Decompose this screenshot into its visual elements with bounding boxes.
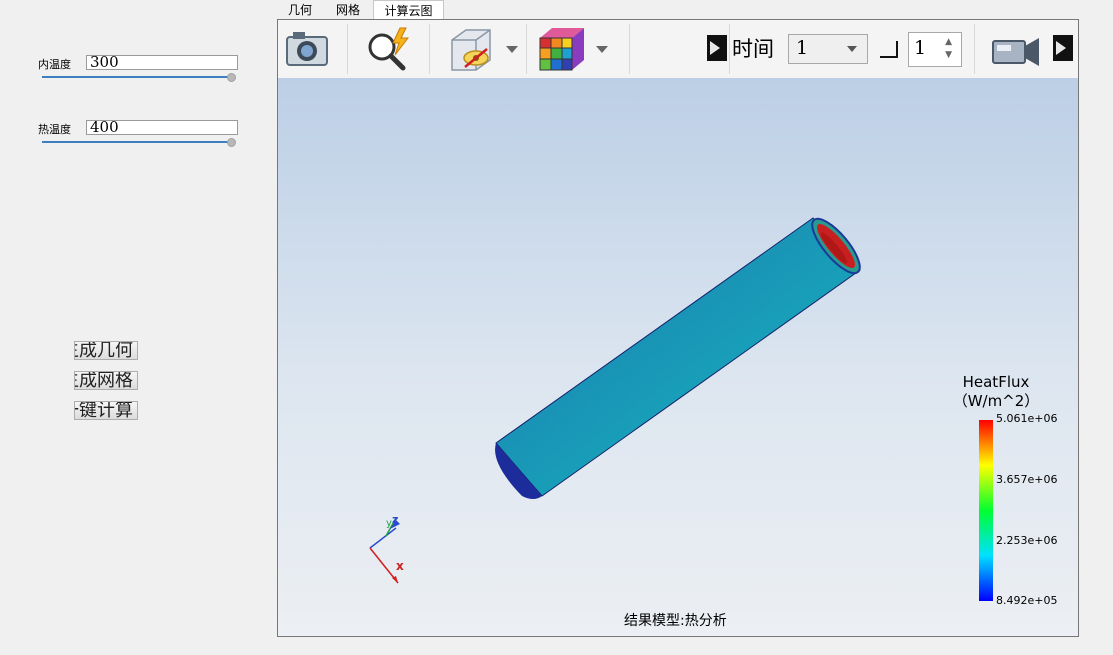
tab-geometry[interactable]: 几何 xyxy=(281,0,319,19)
axis-x-label: x xyxy=(396,559,404,573)
legend-colorbar xyxy=(979,420,993,601)
contour-style-dropdown-arrow[interactable] xyxy=(596,46,608,53)
generate-mesh-button[interactable]: 生成网格 xyxy=(74,371,138,390)
result-model-status: 结果模型:热分析 xyxy=(624,613,727,629)
render-viewport[interactable]: z y x HeatFlux （W/m^2） 5.061e+06 3.657e+… xyxy=(278,78,1078,636)
one-click-calculate-button[interactable]: 一键计算 xyxy=(74,401,138,420)
axis-z-label: z xyxy=(392,513,399,526)
hot-temp-input[interactable]: 400 xyxy=(86,120,238,135)
chevron-down-icon xyxy=(847,46,857,52)
hot-temp-slider[interactable] xyxy=(42,141,232,143)
generate-geometry-button[interactable]: 生成几何 xyxy=(74,341,138,360)
inner-temp-label: 内温度 xyxy=(38,58,71,71)
tab-mesh[interactable]: 网格 xyxy=(329,0,367,19)
time-label: 时间 xyxy=(732,37,774,61)
step-spinbox[interactable]: 1 ▲ ▼ xyxy=(908,32,962,67)
play-forward-icon[interactable] xyxy=(1053,35,1073,61)
contour-style-button[interactable] xyxy=(538,26,586,74)
legend-tick-min: 8.492e+05 xyxy=(996,594,1058,607)
probe-button[interactable] xyxy=(364,26,414,72)
cube-visibility-icon xyxy=(451,29,491,71)
toolbar: 时间 1 1 ▲ ▼ xyxy=(278,20,1078,79)
step-end-icon[interactable] xyxy=(880,41,898,58)
color-cube-icon xyxy=(539,28,584,71)
legend-tick-max: 5.061e+06 xyxy=(996,412,1058,425)
hot-temp-slider-handle[interactable] xyxy=(227,138,236,147)
legend-tick-2: 3.657e+06 xyxy=(996,473,1058,486)
record-button[interactable] xyxy=(989,34,1041,68)
play-icon[interactable] xyxy=(707,35,727,61)
visibility-dropdown-arrow[interactable] xyxy=(506,46,518,53)
main-frame: 时间 1 1 ▲ ▼ z y x HeatFlux （W/m^2） 5.061e… xyxy=(277,19,1079,637)
legend-tick-3: 2.253e+06 xyxy=(996,534,1058,547)
video-camera-icon xyxy=(992,38,1039,66)
magnifier-lightning-icon xyxy=(368,27,410,71)
inner-temp-input[interactable]: 300 xyxy=(86,55,238,70)
time-select[interactable]: 1 xyxy=(788,34,868,64)
legend-title: HeatFlux xyxy=(962,373,1030,391)
spin-down-icon[interactable]: ▼ xyxy=(945,51,952,60)
inner-temp-slider[interactable] xyxy=(42,76,232,78)
legend-unit: （W/m^2） xyxy=(952,392,1040,410)
pipe-model xyxy=(369,217,993,601)
visibility-button[interactable] xyxy=(446,26,496,74)
axis-y-label: y xyxy=(386,518,392,529)
hot-temp-label: 热温度 xyxy=(38,123,71,136)
inner-temp-slider-handle[interactable] xyxy=(227,73,236,82)
screenshot-button[interactable] xyxy=(284,28,330,70)
spin-up-icon[interactable]: ▲ xyxy=(945,38,952,47)
tab-contour[interactable]: 计算云图 xyxy=(373,0,444,19)
camera-icon xyxy=(286,32,328,66)
